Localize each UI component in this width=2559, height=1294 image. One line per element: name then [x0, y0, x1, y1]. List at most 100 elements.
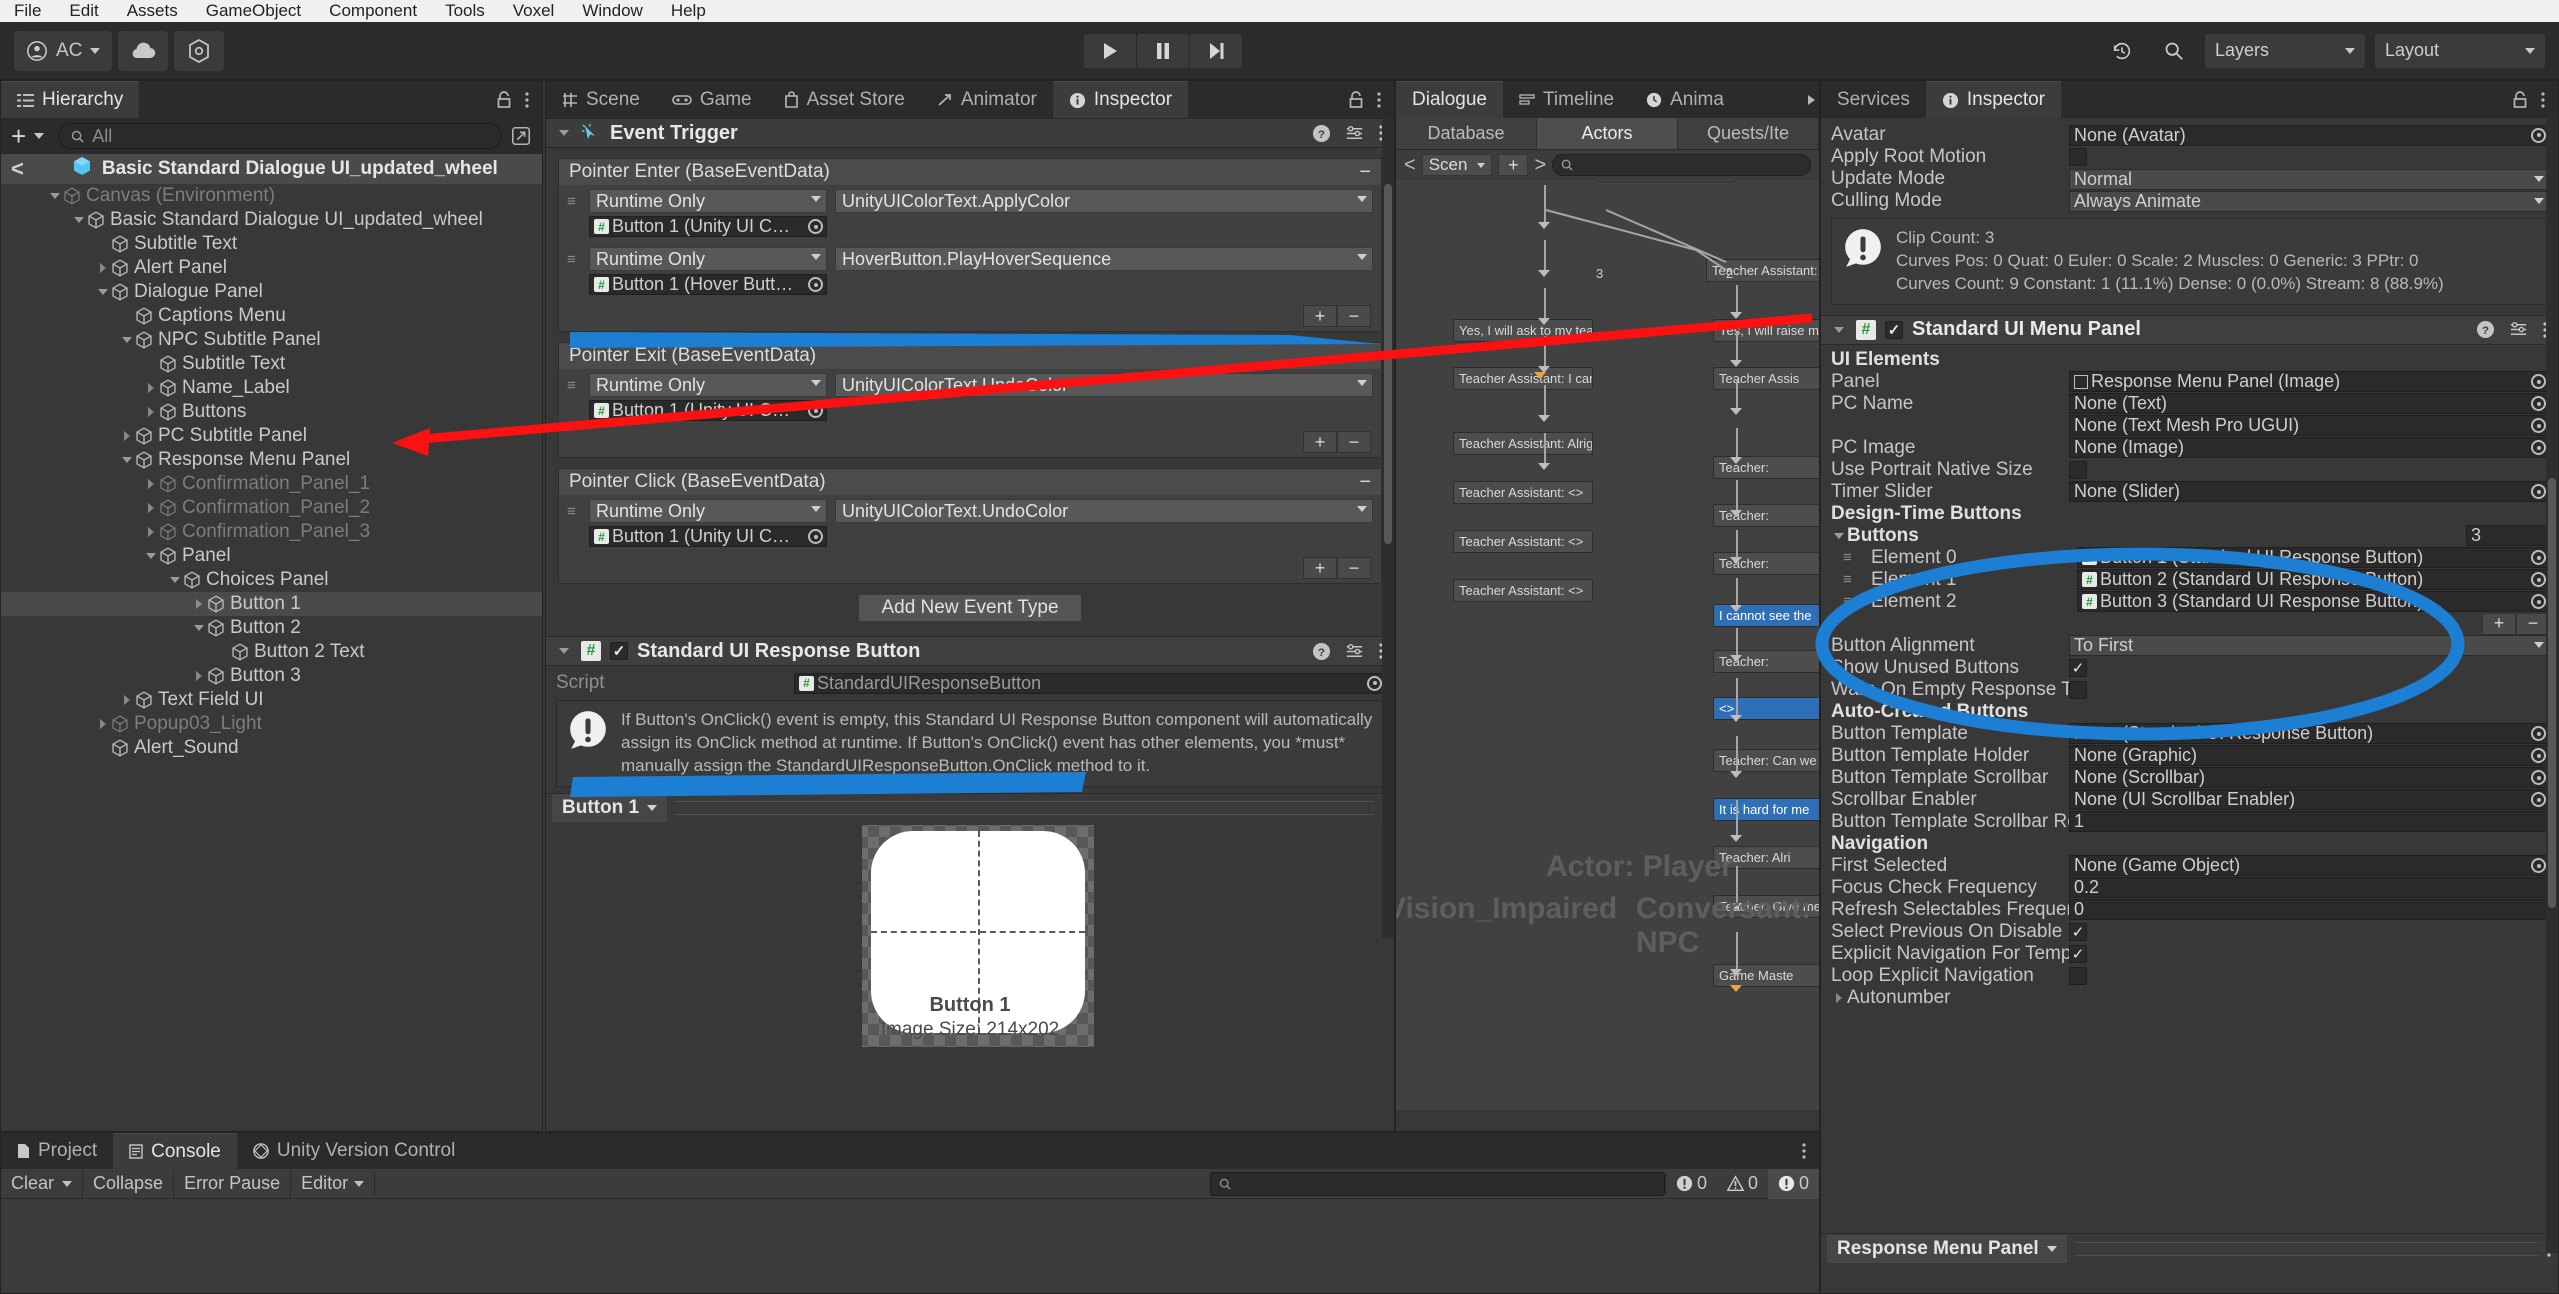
menu-item[interactable]: Voxel [513, 1, 555, 21]
preset-icon[interactable] [1345, 642, 1364, 661]
subtab-quests-ite[interactable]: Quests/Ite [1678, 118, 1819, 149]
hierarchy-item-button-2[interactable]: Button 2 [1, 616, 542, 640]
console-log-count[interactable]: 0 [1664, 1173, 1717, 1194]
object-field[interactable]: None (Image) [2069, 437, 2550, 459]
object-field[interactable]: None (Text Mesh Pro UGUI) [2069, 415, 2550, 437]
foldout-arrow-icon[interactable] [191, 620, 207, 636]
foldout-arrow-icon[interactable] [143, 524, 159, 540]
hierarchy-item-basic-standard-dialogue-ui-updated-wheel[interactable]: Basic Standard Dialogue UI_updated_wheel [1, 208, 542, 232]
cloud-button[interactable] [118, 30, 169, 71]
kebab-menu-icon[interactable] [1376, 91, 1382, 109]
object-field[interactable]: None (Avatar) [2069, 124, 2550, 146]
add-conversation-button[interactable]: + [1498, 154, 1529, 176]
response-button-header[interactable]: # ✓ Standard UI Response Button ? [546, 636, 1394, 666]
dialogue-node[interactable]: Teacher Assistant: I canno [1453, 367, 1593, 390]
checkbox-field[interactable]: ✓ [2069, 658, 2087, 677]
event-target-field[interactable]: # Button 1 (Unity UI C… [589, 400, 827, 421]
tab-animator[interactable]: Animator [921, 81, 1053, 118]
console-error-pause-button[interactable]: Error Pause [174, 1170, 292, 1197]
event-target-field[interactable]: # Button 1 (Hover Butt… [589, 274, 827, 295]
add-entry-button[interactable]: + [1303, 557, 1337, 579]
menu-item[interactable]: Component [329, 1, 417, 21]
lock-icon[interactable] [2512, 90, 2528, 109]
foldout-arrow-icon[interactable] [119, 332, 135, 348]
dialogue-node[interactable]: Teacher: [1713, 552, 1819, 575]
kebab-menu-icon[interactable] [1801, 1142, 1807, 1160]
dialogue-node[interactable]: Teacher Assistant: <> [1453, 579, 1593, 602]
event-target-field[interactable]: # Button 1 (Unity UI C… [589, 216, 827, 237]
tab-unity-version-control[interactable]: Unity Version Control [237, 1133, 471, 1169]
foldout-arrow-icon[interactable] [119, 428, 135, 444]
menu-item[interactable]: Help [671, 1, 706, 21]
tab-inspector[interactable]: Inspector [1052, 81, 1189, 118]
foldout-arrow-icon[interactable] [143, 548, 159, 564]
tab-game[interactable]: Game [656, 81, 768, 118]
foldout-arrow-icon[interactable] [143, 476, 159, 492]
script-field[interactable]: # StandardUIResponseButton [794, 672, 1386, 694]
tab-inspector[interactable]: Inspector [1925, 81, 2062, 118]
play-button[interactable] [1083, 33, 1136, 68]
hierarchy-item-button-1[interactable]: Button 1 [1, 592, 542, 616]
subtab-actors[interactable]: Actors [1537, 118, 1678, 149]
object-field[interactable]: Response Menu Panel (Image) [2069, 371, 2550, 393]
hierarchy-item-name-label[interactable]: Name_Label [1, 376, 542, 400]
foldout-arrow-icon[interactable] [1831, 528, 1847, 544]
add-entry-button[interactable]: + [1303, 305, 1337, 327]
back-button[interactable]: < [11, 156, 24, 182]
dialogue-node[interactable]: Teacher Assis [1713, 367, 1819, 390]
tab-console[interactable]: Console [113, 1133, 237, 1169]
preset-icon[interactable] [2509, 320, 2528, 339]
hierarchy-item-response-menu-panel[interactable]: Response Menu Panel [1, 448, 542, 472]
hierarchy-item-alert-panel[interactable]: Alert Panel [1, 256, 542, 280]
remove-entry-button[interactable]: − [1337, 557, 1371, 579]
foldout-arrow-icon[interactable] [95, 284, 111, 300]
dialogue-node[interactable]: Teacher Assistant: <> [1453, 481, 1593, 504]
array-remove-button[interactable]: − [2516, 612, 2550, 635]
menu-item[interactable]: Tools [445, 1, 485, 21]
dialogue-node[interactable]: <> [1713, 697, 1819, 720]
foldout-arrow-icon[interactable] [1831, 990, 1847, 1006]
conversation-dropdown[interactable]: Scen [1421, 154, 1493, 176]
array-add-button[interactable]: + [2482, 612, 2516, 635]
dialogue-search-input[interactable] [1552, 154, 1811, 176]
foldout-arrow-icon[interactable] [71, 212, 87, 228]
dialogue-node[interactable]: Yes, I will ask to my teac [1453, 319, 1593, 342]
add-new-event-type-button[interactable]: Add New Event Type [858, 594, 1082, 622]
prev-conversation-button[interactable]: < [1404, 154, 1416, 177]
expand-search-icon[interactable] [510, 125, 532, 147]
checkbox-field[interactable]: ✓ [2069, 944, 2087, 963]
popup-field[interactable]: To First [2069, 635, 2550, 657]
hierarchy-item-text-field-ui[interactable]: Text Field UI [1, 688, 542, 712]
checkbox-field[interactable]: ✓ [2069, 922, 2087, 941]
center-inspector-scrollbar[interactable] [1382, 118, 1394, 938]
foldout-arrow-icon[interactable] [556, 125, 572, 141]
dialogue-node[interactable]: Teacher: Can we [1713, 749, 1819, 772]
foldout-arrow-icon[interactable] [167, 572, 183, 588]
console-editor-button[interactable]: Editor [291, 1170, 376, 1197]
add-entry-button[interactable]: + [1303, 431, 1337, 453]
object-field[interactable]: None (Slider) [2069, 481, 2550, 503]
lock-icon[interactable] [496, 90, 512, 109]
kebab-menu-icon[interactable] [524, 91, 530, 109]
remove-event-button[interactable]: − [1359, 161, 1371, 184]
tab-asset-store[interactable]: Asset Store [768, 81, 921, 118]
menu-item[interactable]: Edit [69, 1, 98, 21]
foldout-arrow-icon[interactable] [143, 404, 159, 420]
hierarchy-item-subtitle-text[interactable]: Subtitle Text [1, 352, 542, 376]
drag-handle-icon[interactable]: ≡ [1843, 594, 1857, 609]
foldout-arrow-icon[interactable] [143, 380, 159, 396]
hierarchy-item-subtitle-text[interactable]: Subtitle Text [1, 232, 542, 256]
object-field[interactable]: None (Text) [2069, 393, 2550, 415]
tab-project[interactable]: Project [1, 1133, 113, 1169]
help-icon[interactable]: ? [2476, 320, 2495, 339]
dialogue-node[interactable]: Teacher: [1713, 650, 1819, 673]
editor-settings-button[interactable] [174, 30, 225, 71]
element-object-field[interactable]: # Button 1 (Standard UI Response Button) [2077, 547, 2550, 569]
help-icon[interactable]: ? [1312, 642, 1331, 661]
console-error-count[interactable]: 0 [1767, 1168, 1819, 1199]
foldout-arrow-icon[interactable] [191, 668, 207, 684]
event-mode-dropdown[interactable]: Runtime Only [589, 373, 827, 397]
foldout-arrow-icon[interactable] [95, 260, 111, 276]
add-dropdown-arrow[interactable] [34, 133, 45, 139]
tab-hierarchy[interactable]: Hierarchy [1, 81, 140, 118]
